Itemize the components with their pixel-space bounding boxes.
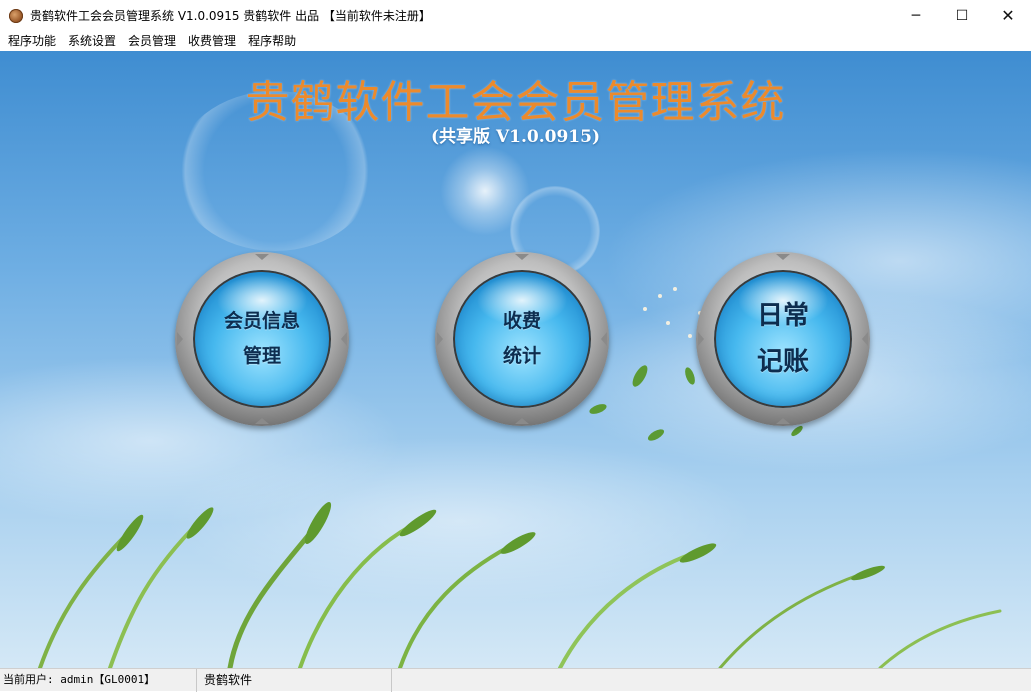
main-panel: 贵鹤软件工会会员管理系统 (共享版 V1.0.0915) 会员信息 管理 收费 … xyxy=(0,51,1031,668)
fee-statistics-button-label-line2: 统计 xyxy=(502,345,541,367)
status-bar: 当前用户: admin【GL0001】 贵鹤软件 xyxy=(0,668,1031,692)
menu-item-program-functions[interactable]: 程序功能 xyxy=(0,31,62,51)
menu-item-system-settings[interactable]: 系统设置 xyxy=(62,31,122,51)
member-info-management-button[interactable]: 会员信息 管理 xyxy=(175,252,349,426)
daily-bookkeeping-button-label-line1: 日常 xyxy=(756,301,809,331)
daily-bookkeeping-button[interactable]: 日常 记账 xyxy=(696,252,870,426)
menu-item-program-help[interactable]: 程序帮助 xyxy=(242,31,302,51)
menu-item-fee-management[interactable]: 收费管理 xyxy=(182,31,242,51)
app-main-title: 贵鹤软件工会会员管理系统 xyxy=(245,77,786,128)
minimize-button[interactable]: ─ xyxy=(893,0,939,31)
version-label: (共享版 V1.0.0915) xyxy=(430,127,600,147)
daily-bookkeeping-button-label-line2: 记账 xyxy=(756,347,809,377)
maximize-button[interactable]: ☐ xyxy=(939,0,985,31)
menu-bar: 程序功能 系统设置 会员管理 收费管理 程序帮助 xyxy=(0,31,1031,51)
menu-item-member-management[interactable]: 会员管理 xyxy=(122,31,182,51)
title-bar: 贵鹤软件工会会员管理系统 V1.0.0915 贵鹤软件 出品 【当前软件未注册】… xyxy=(0,0,1031,31)
window-title: 贵鹤软件工会会员管理系统 V1.0.0915 贵鹤软件 出品 【当前软件未注册】 xyxy=(30,9,431,23)
status-current-user: 当前用户: admin【GL0001】 xyxy=(0,668,197,692)
close-button[interactable]: ✕ xyxy=(985,0,1031,31)
member-info-button-label-line1: 会员信息 xyxy=(223,310,300,332)
app-logo-icon xyxy=(9,8,23,23)
window-controls: ─ ☐ ✕ xyxy=(893,0,1031,31)
member-info-button-label-line2: 管理 xyxy=(242,345,281,367)
fee-statistics-button[interactable]: 收费 统计 xyxy=(435,252,609,426)
fee-statistics-button-label-line1: 收费 xyxy=(502,310,541,332)
status-company-name: 贵鹤软件 xyxy=(197,668,392,692)
